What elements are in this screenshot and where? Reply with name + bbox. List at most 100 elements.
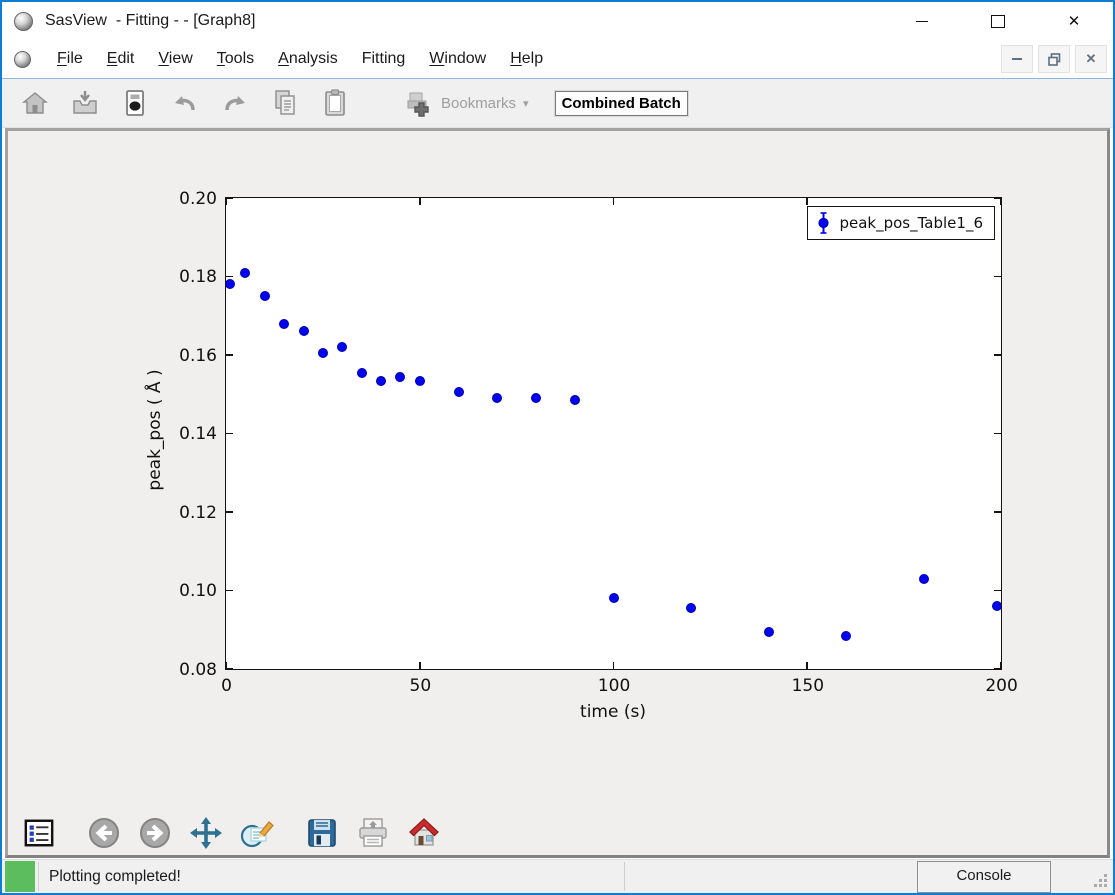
zoom-edit-icon: [239, 816, 275, 850]
app-icon: [14, 12, 33, 31]
status-bar: Plotting completed! Console: [2, 859, 1113, 893]
x-tick-mark: [806, 198, 808, 205]
data-point: [318, 348, 328, 358]
data-point: [992, 601, 1001, 611]
sasview-window: SasView - Fitting - - [Graph8] ✕ FileEdi…: [0, 0, 1115, 895]
mdi-restore-button[interactable]: [1038, 45, 1070, 73]
y-tick-mark: [994, 276, 1001, 278]
zoom-edit-button[interactable]: [238, 814, 276, 852]
statusbar-divider: [624, 862, 625, 891]
close-button[interactable]: ✕: [1051, 4, 1097, 38]
undo-button[interactable]: [160, 83, 210, 123]
legend-label: peak_pos_Table1_6: [839, 214, 983, 232]
forward-icon: [138, 816, 172, 850]
pan-button[interactable]: [187, 814, 225, 852]
y-tick-mark: [994, 433, 1001, 435]
x-tick-mark: [613, 198, 615, 205]
y-tick-label: 0.10: [153, 581, 217, 601]
y-tick-mark: [994, 511, 1001, 513]
mdi-child-icon: [14, 51, 31, 68]
resize-grip-icon[interactable]: [1093, 873, 1109, 889]
data-point: [279, 319, 289, 329]
y-tick-mark: [994, 197, 1001, 199]
data-point: [531, 393, 541, 403]
back-button[interactable]: [85, 814, 123, 852]
save-button[interactable]: [303, 814, 341, 852]
plot-legend: peak_pos_Table1_6: [807, 206, 995, 240]
print-icon: [356, 816, 390, 850]
status-indicator: [5, 861, 35, 892]
back-icon: [87, 816, 121, 850]
mdi-minimize-icon: [1012, 58, 1022, 60]
forward-button[interactable]: [136, 814, 174, 852]
y-tick-mark: [226, 197, 233, 199]
home-button[interactable]: [10, 83, 60, 123]
x-tick-label: 200: [985, 676, 1017, 696]
menu-help[interactable]: Help: [498, 46, 555, 72]
menu-tools[interactable]: Tools: [205, 46, 266, 72]
menu-analysis[interactable]: Analysis: [266, 46, 350, 72]
x-tick-label: 0: [221, 676, 232, 696]
x-tick-label: 150: [792, 676, 824, 696]
x-tick-label: 100: [598, 676, 630, 696]
y-tick-label: 0.18: [153, 267, 217, 287]
copy-button[interactable]: [260, 83, 310, 123]
bookmarks-label[interactable]: Bookmarks: [441, 95, 516, 112]
data-point: [764, 627, 774, 637]
menu-view[interactable]: View: [146, 46, 204, 72]
data-point: [686, 603, 696, 613]
y-tick-label: 0.08: [153, 660, 217, 680]
menu-items: FileEditViewToolsAnalysisFittingWindowHe…: [45, 46, 555, 72]
y-tick-mark: [226, 590, 233, 592]
redo-icon: [220, 89, 250, 117]
mdi-minimize-button[interactable]: [1001, 45, 1033, 73]
x-axis-label: time (s): [580, 702, 646, 722]
figure-canvas: peak_pos_Table1_6 peak_pos ( Å ) time (s…: [8, 131, 1107, 810]
y-tick-mark: [226, 668, 233, 670]
close-icon: ✕: [1068, 14, 1081, 29]
combined-batch-button[interactable]: Combined Batch: [555, 91, 688, 116]
plot-toolbar: [8, 810, 1107, 855]
y-tick-mark: [994, 668, 1001, 670]
menu-bar: FileEditViewToolsAnalysisFittingWindowHe…: [2, 40, 1113, 79]
context-menu-button[interactable]: [20, 814, 58, 852]
maximize-button[interactable]: [975, 4, 1021, 38]
data-point: [841, 631, 851, 641]
console-button[interactable]: Console: [917, 861, 1051, 893]
data-point: [226, 279, 235, 289]
x-tick-mark: [225, 198, 227, 205]
load-data-button[interactable]: [60, 83, 110, 123]
data-point: [357, 368, 367, 378]
report-icon: [121, 88, 149, 118]
menu-file[interactable]: File: [45, 46, 95, 72]
x-tick-mark: [1000, 198, 1002, 205]
minimize-icon: [916, 21, 928, 22]
bookmark-add-icon[interactable]: [402, 87, 434, 119]
y-tick-mark: [994, 590, 1001, 592]
print-button[interactable]: [354, 814, 392, 852]
data-point: [395, 372, 405, 382]
window-title: SasView - Fitting - - [Graph8]: [45, 12, 255, 30]
y-tick-label: 0.20: [153, 189, 217, 209]
bookmarks-dropdown-icon[interactable]: ▾: [523, 97, 529, 110]
x-tick-mark: [613, 662, 615, 669]
paste-button[interactable]: [310, 83, 360, 123]
data-point: [299, 326, 309, 336]
legend-errorbar-marker: [817, 211, 830, 235]
undo-icon: [170, 89, 200, 117]
y-tick-mark: [226, 354, 233, 356]
menu-window[interactable]: Window: [417, 46, 498, 72]
menu-fitting[interactable]: Fitting: [350, 46, 418, 72]
graph-panel: peak_pos_Table1_6 peak_pos ( Å ) time (s…: [5, 128, 1110, 858]
reset-home-button[interactable]: [405, 814, 443, 852]
mdi-close-icon: ✕: [1086, 51, 1097, 67]
data-point: [609, 593, 619, 603]
redo-button[interactable]: [210, 83, 260, 123]
mdi-close-button[interactable]: ✕: [1075, 45, 1107, 73]
menu-edit[interactable]: Edit: [95, 46, 147, 72]
report-button[interactable]: [110, 83, 160, 123]
bookmarks-group: Bookmarks ▾: [402, 87, 529, 119]
data-point: [260, 291, 270, 301]
data-point: [919, 574, 929, 584]
minimize-button[interactable]: [899, 4, 945, 38]
